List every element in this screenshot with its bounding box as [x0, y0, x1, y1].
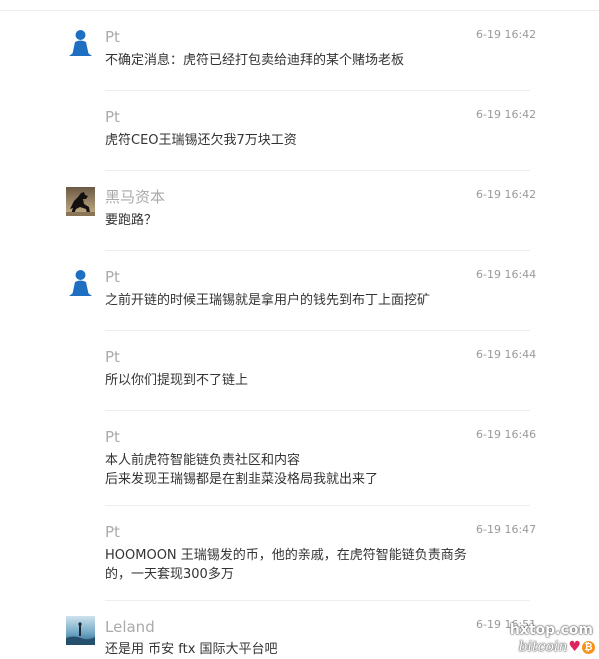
watermark-logo: bitcoin ♥ ₿ [519, 639, 595, 655]
sender-name[interactable]: Pt [105, 28, 120, 46]
message-text: 虎符CEO王瑞锡还欠我7万块工资 [105, 131, 525, 150]
message-divider [105, 505, 530, 506]
message-text: 本人前虎符智能链负责社区和内容 后来发现王瑞锡都是在割韭菜没格局我就出来了 [105, 451, 525, 489]
sender-name[interactable]: 黑马资本 [105, 188, 165, 206]
heart-icon: ♥ [568, 639, 581, 655]
message-text: 要跑路？ [105, 211, 525, 230]
avatar[interactable] [66, 187, 95, 216]
watermark-site: hxtop.com [509, 622, 593, 638]
message-line: 所以你们提现到不了链上 [105, 373, 249, 388]
message-time: 6-19 16:42 [476, 108, 537, 121]
person-icon [66, 27, 95, 56]
avatar[interactable] [66, 27, 95, 56]
watermark-word: bitcoin [518, 639, 568, 655]
landscape-photo [66, 616, 95, 645]
sender-name[interactable]: Pt [105, 428, 120, 446]
message-divider [105, 410, 530, 411]
avatar[interactable] [66, 616, 95, 645]
black-horse-photo [66, 187, 95, 216]
message-line: 之前开链的时候王瑞锡就是拿用户的钱先到布丁上面挖矿 [105, 293, 431, 308]
sender-name[interactable]: Pt [105, 523, 120, 541]
message-divider [105, 170, 530, 171]
message-divider [105, 250, 530, 251]
bitcoin-icon: ₿ [582, 640, 595, 654]
message-line: 后来发现王瑞锡都是在割韭菜没格局我就出来了 [105, 472, 379, 487]
message-line: 还是用 币安 ftx 国际大平台吧 [105, 642, 278, 657]
message-time: 6-19 16:46 [476, 428, 537, 441]
message-divider [105, 90, 530, 91]
message-time: 6-19 16:44 [476, 348, 537, 361]
message-divider [105, 600, 530, 601]
message-text: 不确定消息：虎符已经打包卖给迪拜的某个赌场老板 [105, 51, 525, 70]
sender-name[interactable]: Pt [105, 108, 120, 126]
message-text: 之前开链的时候王瑞锡就是拿用户的钱先到布丁上面挖矿 [105, 291, 525, 310]
message-time: 6-19 16:44 [476, 268, 537, 281]
message-line: 本人前虎符智能链负责社区和内容 [105, 453, 301, 468]
message-text: HOOMOON 王瑞锡发的币，他的亲戚，在虎符智能链负责商务 的，一天套现300… [105, 546, 525, 584]
person-icon [66, 267, 95, 296]
message-line: 的，一天套现300多万 [105, 567, 234, 582]
sender-name[interactable]: Leland [105, 618, 155, 636]
message-text: 还是用 币安 ftx 国际大平台吧 [105, 640, 525, 659]
message-time: 6-19 16:42 [476, 188, 537, 201]
sender-name[interactable]: Pt [105, 268, 120, 286]
sender-name[interactable]: Pt [105, 348, 120, 366]
message-divider [105, 330, 530, 331]
message-line: 要跑路？ [105, 213, 158, 228]
site-watermark: hxtop.com bitcoin ♥ ₿ [510, 622, 599, 659]
message-text: 所以你们提现到不了链上 [105, 371, 525, 390]
message-line: 虎符CEO王瑞锡还欠我7万块工资 [105, 133, 297, 148]
message-line: 不确定消息：虎符已经打包卖给迪拜的某个赌场老板 [105, 53, 405, 68]
message-time: 6-19 16:42 [476, 28, 537, 41]
message-line: HOOMOON 王瑞锡发的币，他的亲戚，在虎符智能链负责商务 [105, 548, 467, 563]
message-time: 6-19 16:47 [476, 523, 537, 536]
message-list: Pt 6-19 16:42 不确定消息：虎符已经打包卖给迪拜的某个赌场老板 Pt… [0, 0, 599, 659]
avatar[interactable] [66, 267, 95, 296]
